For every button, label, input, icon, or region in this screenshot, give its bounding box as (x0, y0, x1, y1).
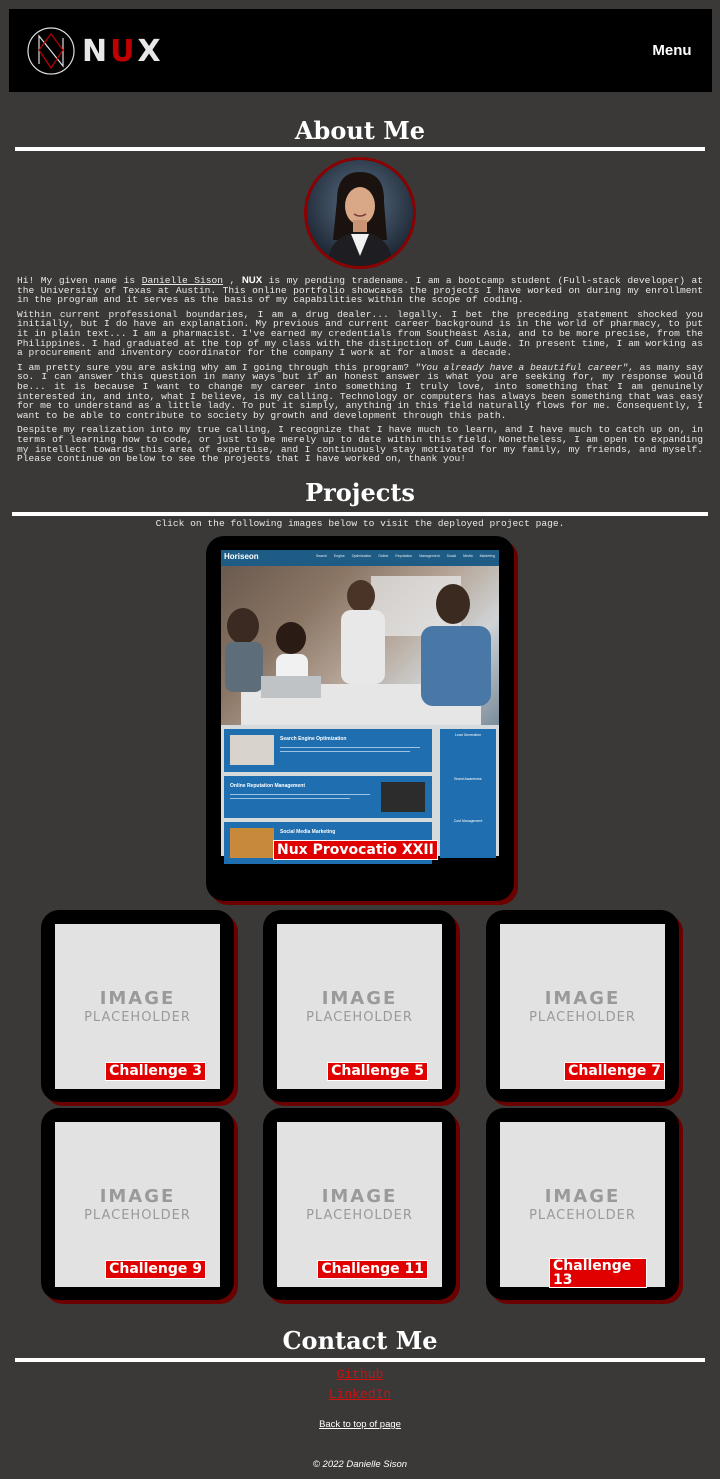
back-to-top-link[interactable]: Back to top of page (0, 1419, 720, 1430)
challenge-card[interactable]: IMAGE PLACEHOLDER Challenge 5 (263, 910, 456, 1102)
horiseon-sidebar: Lead Generation Brand Awareness Cost Man… (440, 729, 496, 858)
sidebar-cost-management: Cost Management (453, 819, 483, 823)
orm-block: Online Reputation Management (224, 776, 432, 818)
projects-hint: Click on the following images below to v… (155, 518, 565, 529)
brand-wordmark[interactable]: NUX (82, 34, 164, 69)
horiseon-navbar: Horiseon Search Engine Optimization Onli… (221, 550, 499, 566)
seo-text-line (280, 751, 410, 752)
challenge-card[interactable]: IMAGE PLACEHOLDER Challenge 13 (486, 1108, 679, 1300)
horiseon-title: Horiseon (224, 552, 259, 561)
orm-text-line (230, 798, 350, 799)
about-paragraph-1: Hi! My given name is Danielle Sison , NU… (17, 276, 703, 305)
placeholder-word-placeholder: PLACEHOLDER (529, 1208, 636, 1223)
orm-title: Online Reputation Management (230, 783, 306, 789)
smm-title: Social Media Marketing (280, 829, 336, 835)
challenge-caption[interactable]: Challenge 13 (549, 1258, 647, 1288)
about-paragraph-2: Within current professional boundaries, … (17, 308, 703, 359)
placeholder-word-placeholder: PLACEHOLDER (84, 1010, 191, 1025)
contact-divider (15, 1358, 705, 1362)
site-header: NUX Menu (9, 9, 712, 92)
challenge-caption[interactable]: Challenge 7 (564, 1062, 665, 1081)
challenge-card[interactable]: IMAGE PLACEHOLDER Challenge 3 (41, 910, 234, 1102)
about-answer: , as many say so. I can answer this ques… (17, 361, 703, 421)
placeholder-word-image: IMAGE (321, 988, 398, 1009)
challenge-caption[interactable]: Challenge 11 (317, 1260, 428, 1279)
team-meeting-graphic (225, 576, 491, 725)
contact-title: Contact Me (282, 1326, 438, 1355)
about-paragraph-4: Despite my realization into my true call… (17, 424, 703, 465)
linkedin-link[interactable]: LinkedIn (0, 1387, 720, 1402)
orm-text-line (230, 794, 370, 795)
placeholder-word-placeholder: PLACEHOLDER (306, 1010, 413, 1025)
challenge-card[interactable]: IMAGE PLACEHOLDER Challenge 11 (263, 1108, 456, 1300)
profile-portrait-graphic (307, 160, 413, 266)
placeholder-word-image: IMAGE (544, 988, 621, 1009)
about-paragraph-3: I am pretty sure you are asking why am I… (17, 361, 703, 421)
orm-thumbnail (381, 782, 425, 812)
placeholder-word-image: IMAGE (544, 1186, 621, 1207)
placeholder-word-image: IMAGE (321, 1186, 398, 1207)
placeholder-word-placeholder: PLACEHOLDER (84, 1208, 191, 1223)
seo-block: Search Engine Optimization (224, 729, 432, 772)
about-title: About Me (294, 116, 426, 145)
placeholder-word-image: IMAGE (99, 1186, 176, 1207)
sidebar-lead-generation: Lead Generation (454, 733, 482, 737)
brand-letter-x: X (137, 34, 164, 69)
horiseon-content: Search Engine Optimization Online Reputa… (221, 725, 499, 864)
projects-divider (12, 512, 708, 516)
challenge-caption[interactable]: Challenge 9 (105, 1260, 206, 1279)
challenge-card[interactable]: IMAGE PLACEHOLDER Challenge 9 (41, 1108, 234, 1300)
projects-title: Projects (305, 478, 415, 507)
placeholder-word-placeholder: PLACEHOLDER (306, 1208, 413, 1223)
nux-monogram-icon[interactable] (26, 26, 76, 76)
challenge-card[interactable]: IMAGE PLACEHOLDER Challenge 7 (486, 910, 679, 1102)
horiseon-hero-image (221, 566, 499, 725)
smm-thumbnail (230, 828, 274, 858)
seo-thumbnail (230, 735, 274, 765)
brand-letter-n: N (82, 34, 111, 69)
challenge-caption[interactable]: Challenge 3 (105, 1062, 206, 1081)
seo-title: Search Engine Optimization (280, 736, 347, 742)
placeholder-word-image: IMAGE (99, 988, 176, 1009)
profile-photo (304, 157, 416, 269)
copyright: © 2022 Danielle Sison (312, 1459, 408, 1470)
brand-letter-u: U (110, 34, 138, 69)
featured-project-caption[interactable]: Nux Provocatio XXII (273, 840, 438, 860)
github-link[interactable]: Github (0, 1367, 720, 1382)
seo-text-line (280, 747, 420, 748)
horiseon-nav-links: Search Engine Optimization Online Reputa… (315, 554, 495, 558)
challenge-caption[interactable]: Challenge 5 (327, 1062, 428, 1081)
sidebar-brand-awareness: Brand Awareness (454, 777, 482, 781)
placeholder-word-placeholder: PLACEHOLDER (529, 1010, 636, 1025)
menu-button[interactable]: Menu (644, 25, 700, 77)
about-body: Hi! My given name is Danielle Sison , NU… (17, 276, 703, 469)
about-divider (15, 147, 705, 151)
